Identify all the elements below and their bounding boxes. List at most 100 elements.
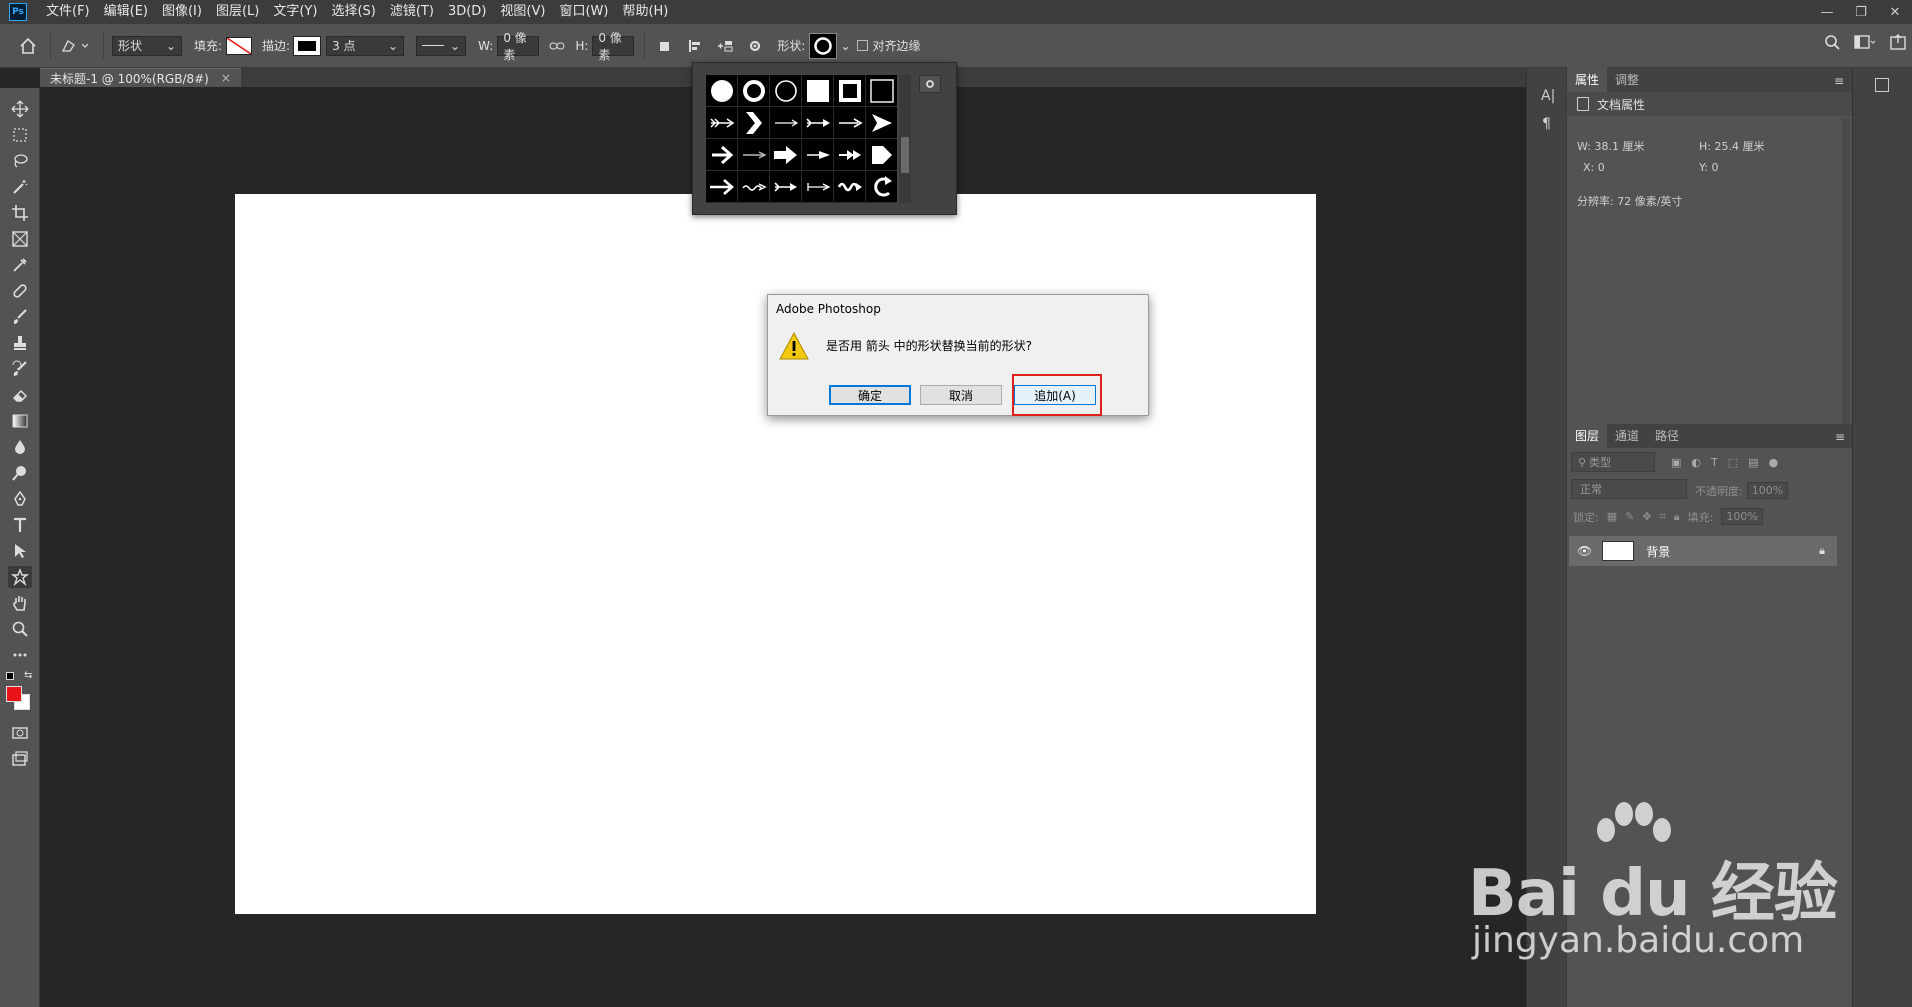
eye-icon[interactable]: 👁︎ bbox=[1577, 544, 1592, 558]
shape-arrow-dart[interactable] bbox=[802, 139, 833, 170]
shape-arrow-bold-right[interactable] bbox=[706, 139, 737, 170]
stroke-type-select[interactable]: ⌄ bbox=[416, 35, 467, 56]
tab-adjustments[interactable]: 调整 bbox=[1607, 67, 1647, 92]
shape-arrow-right[interactable] bbox=[706, 171, 737, 202]
close-tab-icon[interactable]: × bbox=[221, 71, 231, 85]
brush-tool-icon[interactable] bbox=[8, 306, 32, 328]
fill-input[interactable]: 100% bbox=[1721, 508, 1763, 525]
lock-pixels-icon[interactable]: ▦ bbox=[1607, 510, 1617, 523]
path-selection-tool-icon[interactable] bbox=[8, 540, 32, 562]
lock-position-icon[interactable]: ✥ bbox=[1642, 510, 1651, 523]
eraser-tool-icon[interactable] bbox=[8, 384, 32, 406]
shape-square-frame[interactable] bbox=[834, 75, 865, 106]
link-icon[interactable] bbox=[545, 34, 569, 58]
shape-arrow-squiggle[interactable] bbox=[834, 171, 865, 202]
restore-button[interactable]: ❐ bbox=[1844, 0, 1878, 24]
shape-arrow-wavy[interactable] bbox=[738, 171, 769, 202]
mode-select[interactable]: 形状 ⌄ bbox=[112, 35, 182, 56]
smart-object-filter-icon[interactable]: ▤ bbox=[1748, 456, 1758, 469]
shape-filter-icon[interactable]: ⬚ bbox=[1728, 456, 1738, 469]
scroll-thumb[interactable] bbox=[901, 137, 909, 173]
shape-arrow-triangle[interactable] bbox=[866, 107, 897, 138]
shape-arrow-thin[interactable] bbox=[770, 107, 801, 138]
cancel-button[interactable]: 取消 bbox=[920, 385, 1002, 405]
document-tab[interactable]: 未标题-1 @ 100%(RGB/8#) × bbox=[40, 68, 241, 87]
healing-brush-tool-icon[interactable] bbox=[8, 280, 32, 302]
type-tool-icon[interactable] bbox=[8, 514, 32, 536]
home-icon[interactable] bbox=[16, 34, 40, 58]
workspace-icon[interactable] bbox=[1854, 34, 1876, 53]
share-icon[interactable] bbox=[1890, 34, 1906, 53]
menu-file[interactable]: 文件(F) bbox=[39, 0, 97, 24]
shape-arrow-double-head[interactable] bbox=[834, 139, 865, 170]
properties-scrollbar[interactable] bbox=[1842, 118, 1850, 428]
pen-tool-icon[interactable] bbox=[8, 488, 32, 510]
width-input[interactable]: 0 像素 bbox=[497, 31, 540, 62]
default-colors-icon[interactable] bbox=[6, 672, 14, 680]
minimize-button[interactable]: — bbox=[1810, 0, 1844, 24]
menu-image[interactable]: 图像(I) bbox=[155, 0, 209, 24]
custom-shape-tool-icon[interactable] bbox=[8, 566, 32, 588]
menu-view[interactable]: 视图(V) bbox=[493, 0, 552, 24]
menu-help[interactable]: 帮助(H) bbox=[615, 0, 675, 24]
menu-layer[interactable]: 图层(L) bbox=[209, 0, 266, 24]
shape-arrow-bar-tail[interactable] bbox=[802, 171, 833, 202]
layer-row-background[interactable]: 👁︎ 背景 🔒︎ bbox=[1569, 536, 1837, 566]
shape-square-filled[interactable] bbox=[802, 75, 833, 106]
menu-window[interactable]: 窗口(W) bbox=[552, 0, 615, 24]
character-panel-icon[interactable]: A| bbox=[1541, 88, 1555, 104]
shape-arrow-curved[interactable] bbox=[866, 171, 897, 202]
screen-mode-icon[interactable] bbox=[8, 748, 32, 770]
hand-tool-icon[interactable] bbox=[8, 592, 32, 614]
chevron-down-icon[interactable]: ⌄ bbox=[840, 39, 850, 53]
swap-colors-icon[interactable]: ⇆ bbox=[24, 670, 32, 681]
shape-picker-scrollbar[interactable] bbox=[899, 75, 911, 203]
shape-arrow-faded[interactable] bbox=[738, 139, 769, 170]
shape-arrow-long[interactable] bbox=[834, 107, 865, 138]
shape-arrow-pentagon[interactable] bbox=[866, 139, 897, 170]
shape-circle-thick-frame[interactable] bbox=[738, 75, 769, 106]
crop-tool-icon[interactable] bbox=[8, 202, 32, 224]
magic-wand-tool-icon[interactable] bbox=[8, 176, 32, 198]
height-input[interactable]: 0 像素 bbox=[592, 31, 635, 62]
eyedropper-tool-icon[interactable] bbox=[8, 254, 32, 276]
dodge-tool-icon[interactable] bbox=[8, 462, 32, 484]
shape-arrow-tailed-2[interactable] bbox=[770, 171, 801, 202]
shape-arrow-block[interactable] bbox=[770, 139, 801, 170]
type-filter-icon[interactable]: T bbox=[1711, 456, 1718, 469]
panel-menu-icon[interactable]: ≡ bbox=[1835, 430, 1845, 444]
history-brush-tool-icon[interactable] bbox=[8, 358, 32, 380]
align-edges-checkbox[interactable] bbox=[856, 40, 868, 51]
filter-toggle-icon[interactable]: ● bbox=[1769, 456, 1779, 469]
shape-square-thin-frame[interactable] bbox=[866, 75, 897, 106]
close-button[interactable]: ✕ bbox=[1878, 0, 1912, 24]
stroke-swatch[interactable] bbox=[293, 35, 322, 56]
lasso-tool-icon[interactable] bbox=[8, 150, 32, 172]
blur-tool-icon[interactable] bbox=[8, 436, 32, 458]
menu-type[interactable]: 文字(Y) bbox=[266, 0, 324, 24]
libraries-icon[interactable] bbox=[1875, 78, 1889, 92]
blend-mode-select[interactable]: 正常 bbox=[1571, 479, 1687, 499]
path-operations-icon[interactable] bbox=[653, 34, 677, 58]
tab-channels[interactable]: 通道 bbox=[1607, 423, 1647, 448]
lock-artboard-icon[interactable]: ⌗ bbox=[1660, 510, 1666, 524]
gear-icon[interactable] bbox=[919, 75, 941, 93]
shape-picker[interactable] bbox=[809, 32, 838, 59]
clone-stamp-tool-icon[interactable] bbox=[8, 332, 32, 354]
shape-circle-thin-frame[interactable] bbox=[770, 75, 801, 106]
ok-button[interactable]: 确定 bbox=[829, 385, 911, 405]
stroke-size-input[interactable]: 3 点 ⌄ bbox=[326, 35, 405, 56]
gradient-tool-icon[interactable] bbox=[8, 410, 32, 432]
menu-3d[interactable]: 3D(D) bbox=[441, 0, 493, 24]
quick-mask-icon[interactable] bbox=[8, 722, 32, 744]
adjustment-filter-icon[interactable]: ◐ bbox=[1691, 456, 1701, 469]
foreground-color-swatch[interactable] bbox=[6, 686, 22, 702]
marquee-tool-icon[interactable] bbox=[8, 124, 32, 146]
more-tools-icon[interactable] bbox=[8, 644, 32, 666]
search-icon[interactable] bbox=[1824, 34, 1840, 53]
fill-swatch[interactable] bbox=[226, 36, 253, 55]
menu-filter[interactable]: 滤镜(T) bbox=[383, 0, 441, 24]
tab-properties[interactable]: 属性 bbox=[1567, 67, 1608, 92]
lock-all-icon[interactable]: 🔒︎ bbox=[1674, 510, 1680, 524]
shape-arrow-feathered[interactable] bbox=[706, 107, 737, 138]
